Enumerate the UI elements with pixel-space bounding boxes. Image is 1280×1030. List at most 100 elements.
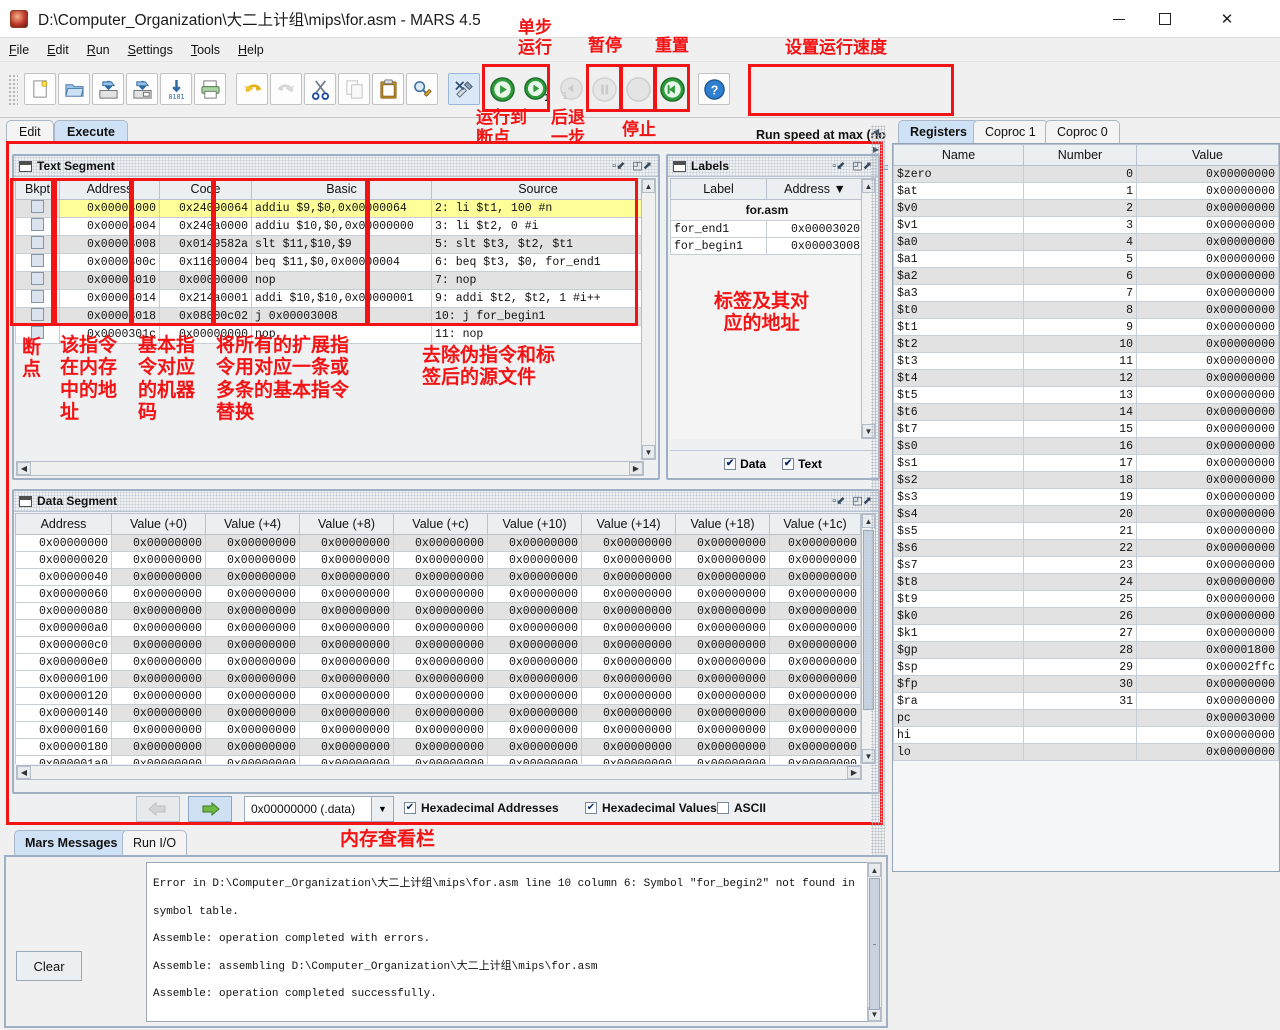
checkbox-box[interactable]: ✔ [404,802,416,814]
reset-icon[interactable] [656,73,688,105]
table-row[interactable]: 0x00000180 0x00000000 0x00000000 0x00000000… [15,738,861,756]
data-value-cell[interactable]: 0x00000000 [299,755,394,764]
data-value-cell[interactable]: 0x00000000 [111,619,206,637]
data-segment-header[interactable]: Value (+1c) [769,513,861,535]
data-value-cell[interactable]: 0x00000000 [675,670,770,688]
help-icon[interactable]: ? [698,73,730,105]
text-segment-vscrollbar[interactable]: ▲ ▼ [641,178,656,460]
dump-memory-icon[interactable]: 0101 [160,73,192,105]
cut-icon[interactable] [304,73,336,105]
stop-icon[interactable] [622,73,654,105]
data-value-cell[interactable]: 0x00000000 [205,602,300,620]
data-value-cell[interactable]: 0x00000000 [581,551,676,569]
table-row[interactable]: $v0 2 0x00000000 [893,199,1279,217]
register-value-cell[interactable]: 0x00000000 [1136,522,1279,540]
data-value-cell[interactable]: 0x00000000 [205,619,300,637]
checkbox-box[interactable]: ✔ [724,457,737,470]
register-value-cell[interactable]: 0x00000000 [1136,267,1279,285]
data-value-cell[interactable]: 0x00000000 [299,670,394,688]
register-value-cell[interactable]: 0x00000000 [1136,335,1279,353]
table-row[interactable]: $a0 4 0x00000000 [893,233,1279,251]
tab-run-io[interactable]: Run I/O [122,830,188,855]
data-value-cell[interactable]: 0x00000000 [299,704,394,722]
maximize-icon[interactable]: ◰⬈ [852,494,872,508]
data-value-cell[interactable]: 0x00000000 [205,636,300,654]
table-row[interactable]: 0x00000120 0x00000000 0x00000000 0x00000000… [15,687,861,705]
new-file-icon[interactable] [24,73,56,105]
data-value-cell[interactable]: 0x00000000 [581,602,676,620]
data-value-cell[interactable]: 0x00000000 [393,534,488,552]
data-value-cell[interactable]: 0x00000000 [487,721,582,739]
checkbox-box[interactable]: ✔ [782,457,795,470]
register-value-cell[interactable]: 0x00000000 [1136,505,1279,523]
tab-edit[interactable]: Edit [6,120,54,142]
table-row[interactable]: 0x0000300c 0x11600004 beq $11,$0,0x0000000… [15,253,645,272]
minimize-button[interactable] [1096,0,1142,38]
data-value-cell[interactable]: 0x00000000 [675,602,770,620]
pause-icon[interactable] [588,73,620,105]
menu-file[interactable]: File [0,41,38,59]
data-value-cell[interactable]: 0x00000000 [487,619,582,637]
breakpoint-checkbox[interactable] [15,307,60,326]
data-value-cell[interactable]: 0x00000000 [393,653,488,671]
table-row[interactable]: 0x00000140 0x00000000 0x00000000 0x00000000… [15,704,861,722]
data-value-cell[interactable]: 0x00000000 [299,738,394,756]
data-value-cell[interactable]: 0x00000000 [487,755,582,764]
address-range-select[interactable]: 0x00000000 (.data) ▼ [244,796,394,822]
table-row[interactable]: $s0 16 0x00000000 [893,437,1279,455]
data-value-cell[interactable]: 0x00000000 [393,619,488,637]
table-row[interactable]: for_end1 0x00003020 [670,220,864,238]
data-value-cell[interactable]: 0x00000000 [675,721,770,739]
open-file-icon[interactable] [58,73,90,105]
data-value-cell[interactable]: 0x00000000 [675,568,770,586]
data-value-cell[interactable]: 0x00000000 [205,568,300,586]
data-value-cell[interactable]: 0x00000000 [769,636,861,654]
data-value-cell[interactable]: 0x00000000 [675,738,770,756]
data-value-cell[interactable]: 0x00000000 [299,585,394,603]
data-value-cell[interactable]: 0x00000000 [581,721,676,739]
data-value-cell[interactable]: 0x00000000 [205,721,300,739]
data-value-cell[interactable]: 0x00000000 [487,534,582,552]
register-value-cell[interactable]: 0x00000000 [1136,301,1279,319]
data-value-cell[interactable]: 0x00000000 [487,687,582,705]
data-value-cell[interactable]: 0x00000000 [111,738,206,756]
restore-icon[interactable]: ▫⬋ [832,494,845,508]
registers-header[interactable]: Name [893,144,1024,166]
data-value-cell[interactable]: 0x00000000 [675,755,770,764]
data-value-cell[interactable]: 0x00000000 [487,704,582,722]
scroll-left-icon[interactable]: ◀ [17,766,31,779]
prev-page-button[interactable] [136,796,180,822]
data-value-cell[interactable]: 0x00000000 [769,602,861,620]
find-replace-icon[interactable] [406,73,438,105]
print-icon[interactable] [194,73,226,105]
data-value-cell[interactable]: 0x00000000 [111,602,206,620]
save-as-icon[interactable] [126,73,158,105]
hex-values-checkbox[interactable]: ✔ Hexadecimal Values [585,801,717,815]
messages-vscrollbar[interactable]: ▲ ▼ [867,862,882,1022]
table-row[interactable]: $a3 7 0x00000000 [893,284,1279,302]
data-value-cell[interactable]: 0x00000000 [111,704,206,722]
table-row[interactable]: $fp 30 0x00000000 [893,675,1279,693]
data-value-cell[interactable]: 0x00000000 [769,704,861,722]
scrollbar-thumb[interactable] [869,878,880,1010]
data-segment-header[interactable]: Value (+4) [205,513,300,535]
register-value-cell[interactable]: 0x00001800 [1136,641,1279,659]
table-row[interactable]: 0x00000160 0x00000000 0x00000000 0x00000000… [15,721,861,739]
data-value-cell[interactable]: 0x00000000 [393,568,488,586]
scroll-right-icon[interactable]: ▶ [629,462,643,475]
data-value-cell[interactable]: 0x00000000 [111,670,206,688]
register-value-cell[interactable]: 0x00000000 [1136,318,1279,336]
labels-header[interactable]: Address ▼ [766,178,864,200]
data-segment-header[interactable]: Value (+0) [111,513,206,535]
table-row[interactable]: $s5 21 0x00000000 [893,522,1279,540]
data-value-cell[interactable]: 0x00000000 [487,636,582,654]
table-row[interactable]: $v1 3 0x00000000 [893,216,1279,234]
data-value-cell[interactable]: 0x00000000 [205,585,300,603]
register-value-cell[interactable]: 0x00000000 [1136,437,1279,455]
labels-data-checkbox[interactable]: ✔ Data [724,457,766,471]
register-value-cell[interactable]: 0x00000000 [1136,369,1279,387]
data-segment-header[interactable]: Value (+18) [675,513,770,535]
table-row[interactable]: 0x000001a0 0x00000000 0x00000000 0x00000000… [15,755,861,764]
data-value-cell[interactable]: 0x00000000 [393,602,488,620]
table-row[interactable]: $t4 12 0x00000000 [893,369,1279,387]
